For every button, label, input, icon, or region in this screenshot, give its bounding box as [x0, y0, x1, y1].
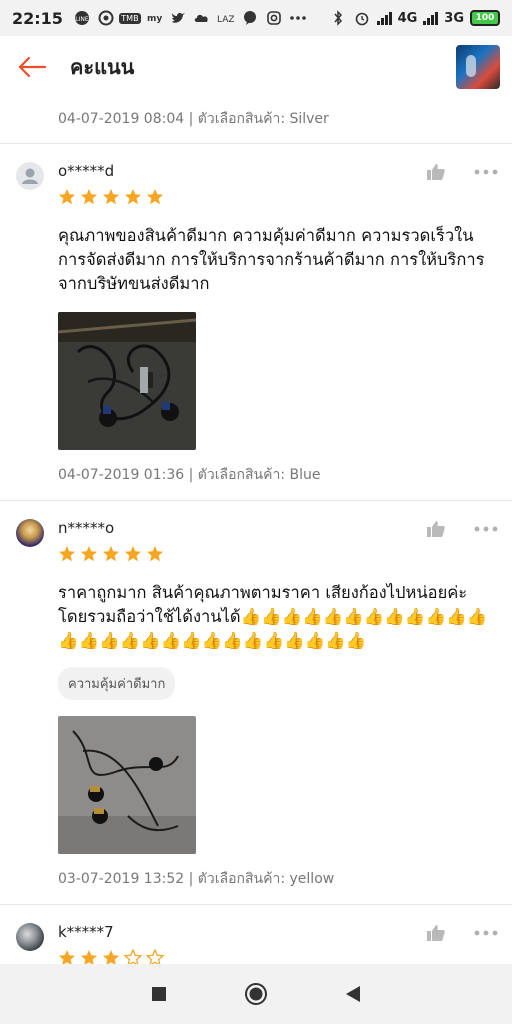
variant-value: yellow [289, 871, 335, 887]
review-date: 03-07-2019 13:52 [58, 871, 185, 887]
star-filled-icon [59, 546, 75, 562]
thumbs-up-icon[interactable] [424, 162, 448, 182]
page-title: คะแนน [70, 55, 135, 79]
review-actions [424, 519, 498, 539]
star-filled-icon [125, 189, 141, 205]
system-nav-bar [0, 964, 512, 1024]
back-arrow-icon[interactable] [12, 47, 52, 87]
signal-1-icon [376, 11, 392, 25]
star-filled-icon [125, 546, 141, 562]
svg-text:LAZ: LAZ [217, 15, 235, 25]
review-meta: 04-07-2019 01:36 | ตัวเลือกสินค้า: Blue [58, 467, 321, 483]
app-header: คะแนน [0, 36, 512, 98]
network-1-label: 4G [397, 10, 418, 26]
review-actions [424, 923, 498, 943]
review-text: คุณภาพของสินค้าดีมาก ความคุ้มค่าดีมาก คว… [58, 226, 485, 293]
avatar[interactable] [16, 923, 44, 951]
tmb-icon: TMB [119, 12, 141, 24]
variant-label: ตัวเลือกสินค้า: [197, 871, 286, 887]
rating-stars [58, 188, 496, 206]
signal-2-icon [423, 11, 439, 25]
laz-icon: LAZ [217, 9, 235, 27]
star-filled-icon [147, 189, 163, 205]
review-item: n*****o ราคาถูกมาก สินค้าคุณภาพตามราคา เ… [0, 501, 512, 905]
chat-icon [241, 9, 259, 27]
avatar[interactable] [16, 519, 44, 547]
more-dots-icon [289, 9, 307, 27]
star-filled-icon [103, 189, 119, 205]
variant-label: ตัวเลือกสินค้า: [197, 467, 286, 483]
rating-stars [58, 545, 496, 563]
twitter-icon [169, 9, 187, 27]
thumbs-up-icon[interactable] [424, 923, 448, 943]
rating-stars [58, 949, 496, 964]
review-meta: 03-07-2019 13:52 | ตัวเลือกสินค้า: yello… [58, 871, 335, 887]
my-icon: my [145, 9, 163, 27]
review-actions [424, 162, 498, 182]
variant-value: Blue [289, 467, 321, 483]
star-filled-icon [81, 189, 97, 205]
bluetooth-icon [329, 9, 347, 27]
notification-icons: LINE TMB my LAZ [73, 9, 307, 27]
more-options-icon[interactable] [474, 923, 498, 943]
status-bar: 22:15 LINE TMB my LAZ 4G 3G 100 [0, 0, 512, 36]
thumbs-up-icon[interactable] [424, 519, 448, 539]
avatar[interactable] [16, 162, 44, 190]
back-triangle-icon[interactable] [333, 974, 373, 1014]
review-photo[interactable] [58, 716, 196, 854]
battery-icon: 100 [470, 10, 500, 26]
review-meta: 04-07-2019 08:04 | ตัวเลือกสินค้า: Silve… [0, 98, 512, 144]
line-icon: LINE [73, 9, 91, 27]
network-2-label: 3G [444, 10, 464, 26]
product-thumbnail[interactable] [456, 45, 500, 89]
cloud-icon [193, 9, 211, 27]
more-options-icon[interactable] [474, 162, 498, 182]
star-filled-icon [59, 189, 75, 205]
review-date: 04-07-2019 01:36 [58, 467, 185, 483]
review-tag: ความคุ้มค่าดีมาก [58, 667, 176, 700]
star-filled-icon [81, 950, 97, 964]
target-icon [97, 9, 115, 27]
system-icons: 4G 3G 100 [329, 9, 500, 27]
status-time: 22:15 [12, 8, 63, 28]
reviews-list[interactable]: 04-07-2019 08:04 | ตัวเลือกสินค้า: Silve… [0, 98, 512, 964]
svg-text:my: my [147, 14, 162, 24]
alarm-icon [353, 9, 371, 27]
review-item: o*****d คุณภาพของสินค้าดีมาก ความคุ้มค่า… [0, 144, 512, 501]
review-text: ราคาถูกมาก สินค้าคุณภาพตามราคา เสียงก้อง… [58, 583, 488, 650]
review-date-variant: 04-07-2019 08:04 | ตัวเลือกสินค้า: Silve… [58, 111, 329, 127]
recents-square-icon[interactable] [139, 974, 179, 1014]
more-options-icon[interactable] [474, 519, 498, 539]
svg-text:LINE: LINE [75, 16, 89, 23]
instagram-icon [265, 9, 283, 27]
review-photo[interactable] [58, 312, 196, 450]
star-filled-icon [103, 950, 119, 964]
star-empty-icon [146, 949, 164, 964]
star-empty-icon [124, 949, 142, 964]
star-filled-icon [81, 546, 97, 562]
review-item: k*****7 [0, 905, 512, 964]
star-filled-icon [59, 950, 75, 964]
home-circle-icon[interactable] [236, 974, 276, 1014]
star-filled-icon [103, 546, 119, 562]
star-filled-icon [147, 546, 163, 562]
